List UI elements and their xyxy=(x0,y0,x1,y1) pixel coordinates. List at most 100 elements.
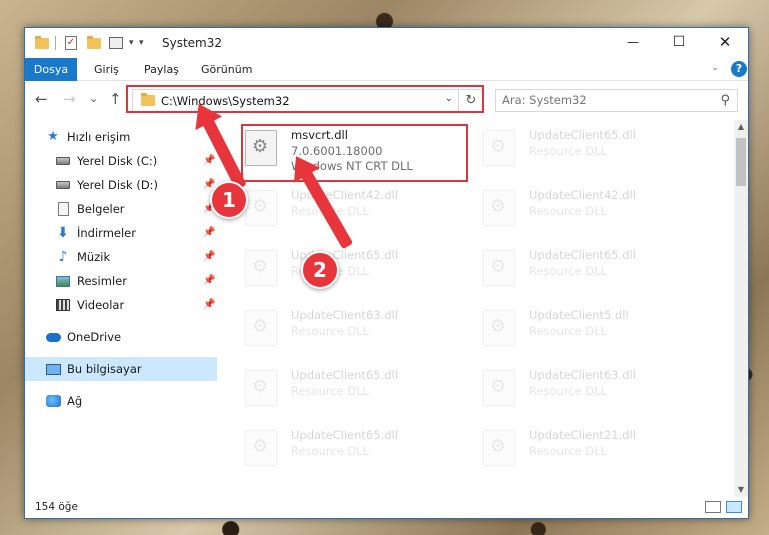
sidebar-item-label: Müzik xyxy=(77,250,111,264)
properties-check-icon[interactable]: ✓ xyxy=(65,35,77,51)
forward-button[interactable]: → xyxy=(63,90,76,108)
sidebar-item-label: OneDrive xyxy=(67,330,122,344)
pin-icon[interactable]: 📌 xyxy=(203,227,215,238)
ribbon-tabs: Dosya Giriş Paylaş Görünüm ⌄ ? xyxy=(25,58,748,81)
sidebar-item-label: İndirmeler xyxy=(77,226,136,240)
dll-file-icon xyxy=(245,250,277,286)
back-button[interactable]: ← xyxy=(35,90,48,108)
sidebar-item-local-disk-d[interactable]: Yerel Disk (D:) 📌 xyxy=(25,173,217,197)
folder-icon xyxy=(35,35,49,51)
search-box[interactable]: ⚲ xyxy=(495,89,738,112)
file-name: UpdateClient65.dll xyxy=(529,128,636,142)
pin-icon[interactable]: 📌 xyxy=(203,275,215,286)
pin-icon[interactable]: 📌 xyxy=(203,299,215,310)
disk-icon xyxy=(55,154,71,168)
new-folder-icon[interactable] xyxy=(87,35,101,51)
pictures-icon xyxy=(55,274,71,288)
file-name: UpdateClient42.dll xyxy=(291,188,398,202)
scroll-up-icon[interactable]: ▲ xyxy=(734,120,748,134)
list-item[interactable]: UpdateClient65.dll Resource DLL xyxy=(483,242,703,294)
sidebar-item-label: Videolar xyxy=(77,298,125,312)
sidebar-item-label: Bu bilgisayar xyxy=(67,362,142,376)
vertical-scrollbar[interactable]: ▲ ▼ xyxy=(734,120,748,497)
dll-file-icon xyxy=(245,190,277,226)
minimize-button[interactable]: — xyxy=(610,28,656,58)
sidebar-item-network[interactable]: Ağ xyxy=(25,389,217,413)
file-description: Resource DLL xyxy=(291,324,370,338)
sidebar-item-onedrive[interactable]: OneDrive xyxy=(25,325,217,349)
sidebar-item-videos[interactable]: Videolar 📌 xyxy=(25,293,217,317)
pin-icon[interactable]: 📌 xyxy=(203,155,215,166)
disk-icon xyxy=(55,178,71,192)
step-badge-2: 2 xyxy=(301,251,339,289)
recent-locations-button[interactable]: ⌄ xyxy=(89,90,98,108)
sidebar-item-pictures[interactable]: Resimler 📌 xyxy=(25,269,217,293)
file-description: Resource DLL xyxy=(529,444,608,458)
list-item[interactable]: UpdateClient65.dll Resource DLL xyxy=(245,362,465,414)
file-name: UpdateClient65.dll xyxy=(291,428,398,442)
dll-file-icon xyxy=(483,370,515,406)
dll-file-icon xyxy=(245,310,277,346)
sidebar-item-quick-access[interactable]: ★ Hızlı erişim xyxy=(25,125,217,149)
file-description: Resource DLL xyxy=(291,384,370,398)
file-description: Resource DLL xyxy=(529,264,608,278)
list-item[interactable]: UpdateClient65.dll Resource DLL xyxy=(483,122,703,174)
dll-file-icon xyxy=(483,430,515,466)
sidebar-item-documents[interactable]: Belgeler 📌 xyxy=(25,197,217,221)
list-item[interactable]: UpdateClient42.dll Resource DLL xyxy=(483,182,703,234)
details-view-icon[interactable] xyxy=(705,501,721,513)
file-name: UpdateClient63.dll xyxy=(529,368,636,382)
list-item[interactable]: UpdateClient65.dll Resource DLL xyxy=(245,242,465,294)
customize-icon[interactable] xyxy=(109,35,123,51)
scrollbar-thumb[interactable] xyxy=(736,138,746,186)
tab-view[interactable]: Görünüm xyxy=(201,58,252,81)
file-name: UpdateClient21.dll xyxy=(529,428,636,442)
sidebar-item-local-disk-c[interactable]: Yerel Disk (C:) 📌 xyxy=(25,149,217,173)
file-description: Resource DLL xyxy=(291,444,370,458)
chevron-down-icon[interactable]: ▾ xyxy=(139,35,144,51)
list-item[interactable]: UpdateClient5.dll Resource DLL xyxy=(483,302,703,354)
file-description: Resource DLL xyxy=(529,324,608,338)
navigation-pane: ★ Hızlı erişim Yerel Disk (C:) 📌 Yerel D… xyxy=(25,120,217,497)
download-icon: ⬇ xyxy=(57,225,69,241)
sidebar-item-downloads[interactable]: ⬇ İndirmeler 📌 xyxy=(25,221,217,245)
help-icon[interactable]: ? xyxy=(731,61,747,77)
this-pc-icon xyxy=(45,362,61,376)
tab-file[interactable]: Dosya xyxy=(25,58,77,81)
sidebar-item-label: Yerel Disk (C:) xyxy=(77,154,158,168)
dll-file-icon xyxy=(483,190,515,226)
file-description: Resource DLL xyxy=(529,204,608,218)
sidebar-item-this-pc[interactable]: Bu bilgisayar xyxy=(25,357,217,381)
item-count: 154 öğe xyxy=(35,501,78,513)
file-name: UpdateClient65.dll xyxy=(291,368,398,382)
quick-access-dropdown[interactable]: ▾ xyxy=(129,35,134,51)
sidebar-item-label: Belgeler xyxy=(77,202,125,216)
list-item[interactable]: UpdateClient21.dll Resource DLL xyxy=(483,422,703,474)
file-highlight xyxy=(241,124,468,182)
maximize-button[interactable]: ☐ xyxy=(656,28,702,58)
music-icon: ♪ xyxy=(58,249,68,265)
videos-icon xyxy=(55,298,71,312)
file-name: UpdateClient65.dll xyxy=(529,248,636,262)
tab-share[interactable]: Paylaş xyxy=(144,58,179,81)
list-item[interactable]: UpdateClient65.dll Resource DLL xyxy=(245,422,465,474)
window-title: System32 xyxy=(162,36,223,50)
file-description: Resource DLL xyxy=(529,144,608,158)
search-icon[interactable]: ⚲ xyxy=(720,93,730,108)
close-button[interactable]: ✕ xyxy=(702,28,748,58)
up-button[interactable]: ↑ xyxy=(109,90,122,108)
status-bar: 154 öğe xyxy=(25,497,748,518)
scroll-down-icon[interactable]: ▼ xyxy=(734,483,748,497)
search-input[interactable] xyxy=(502,93,702,107)
file-name: UpdateClient42.dll xyxy=(529,188,636,202)
tiles-view-icon[interactable] xyxy=(726,501,742,513)
address-bar-highlight xyxy=(126,85,484,113)
list-item[interactable]: UpdateClient42.dll Resource DLL xyxy=(245,182,465,234)
list-item[interactable]: UpdateClient63.dll Resource DLL xyxy=(245,302,465,354)
tab-home[interactable]: Giriş xyxy=(94,58,119,81)
ribbon-collapse-icon[interactable]: ⌄ xyxy=(711,62,719,73)
dll-file-icon xyxy=(483,310,515,346)
sidebar-item-music[interactable]: ♪ Müzik 📌 xyxy=(25,245,217,269)
list-item[interactable]: UpdateClient63.dll Resource DLL xyxy=(483,362,703,414)
pin-icon[interactable]: 📌 xyxy=(203,251,215,262)
